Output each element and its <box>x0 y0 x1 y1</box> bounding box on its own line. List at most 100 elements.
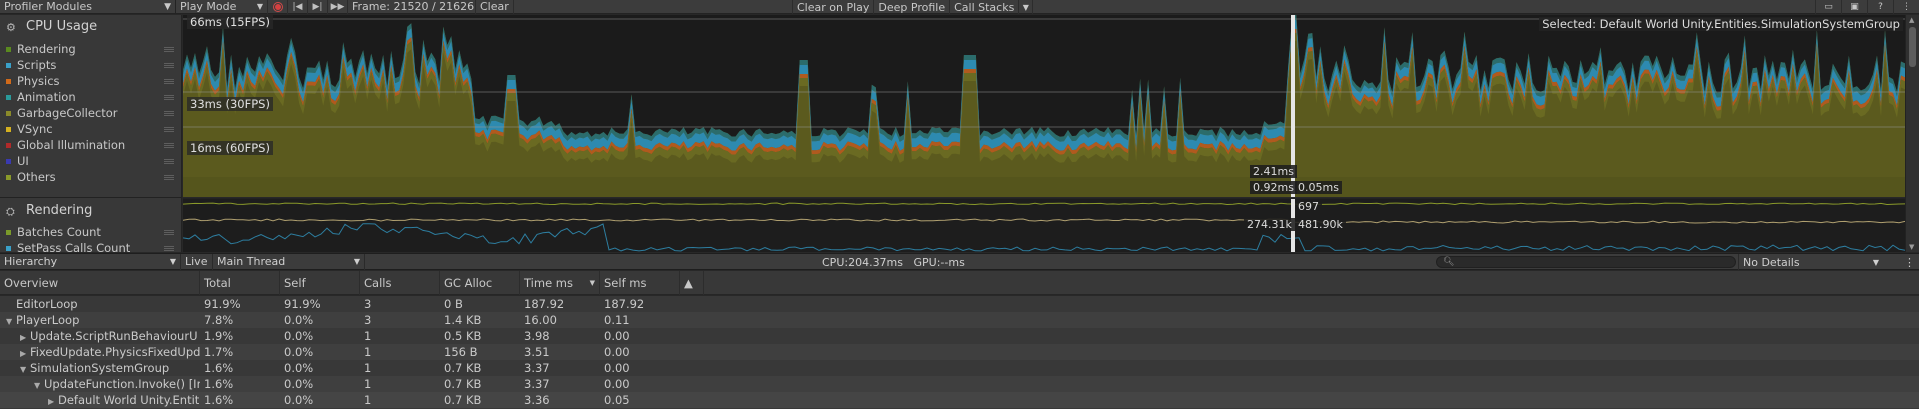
clear-label: Clear <box>480 0 509 13</box>
cpu-legend-item[interactable]: Animation <box>6 89 178 105</box>
drag-handle-icon[interactable] <box>164 245 174 251</box>
toolbar-right-icons: ▭ ▣ ? ⋮ <box>1815 0 1919 14</box>
cpu-legend-item[interactable]: GarbageCollector <box>6 105 178 121</box>
rendering-title: Rendering <box>26 203 93 218</box>
row-total-cell: 1.6% <box>204 393 234 407</box>
rendering-chart[interactable]: 697 274.31k 481.90k <box>183 198 1905 252</box>
row-name-label: FixedUpdate.PhysicsFixedUpd <box>30 345 200 359</box>
row-selfms-cell: 0.11 <box>604 313 630 327</box>
cpu-legend-item[interactable]: Physics <box>6 73 178 89</box>
row-name-label: EditorLoop <box>16 297 78 311</box>
scroll-up-icon[interactable]: ▲ <box>1909 16 1914 24</box>
row-selfms-cell: 0.00 <box>604 377 630 391</box>
column-header-overview[interactable]: Overview <box>0 271 200 295</box>
column-header-gc-alloc[interactable]: GC Alloc <box>440 271 520 295</box>
row-name: ▼ PlayerLoop <box>6 312 200 328</box>
hierarchy-menu-button[interactable]: ⋮ <box>1904 254 1915 270</box>
live-toggle[interactable]: Live <box>181 253 213 270</box>
details-dropdown[interactable]: No Details ▼ <box>1738 254 1883 270</box>
menu-icon[interactable]: ⋮ <box>1893 0 1919 14</box>
column-header-self-ms[interactable]: Self ms <box>600 271 680 295</box>
legend-color-swatch <box>6 174 11 180</box>
call-stacks-dropdown[interactable]: ▼ <box>1019 0 1034 14</box>
expanded-arrow-icon[interactable]: ▼ <box>6 314 16 328</box>
table-row[interactable]: ▶ Update.ScriptRunBehaviourU 1.9% 0.0% 1 0.5 … <box>0 328 1919 344</box>
cpu-usage-chart[interactable]: 66ms (15FPS) 33ms (30FPS) 16ms (60FPS) S… <box>183 15 1905 197</box>
column-header-calls[interactable]: Calls <box>360 271 440 295</box>
clear-on-play-label: Clear on Play <box>797 0 870 14</box>
column-header-label: GC Alloc <box>444 276 493 290</box>
profiler-modules-label: Profiler Modules <box>4 0 92 13</box>
rendering-module-title[interactable]: ⛭ Rendering <box>6 203 92 218</box>
drag-handle-icon[interactable] <box>164 62 174 68</box>
drag-handle-icon[interactable] <box>164 158 174 164</box>
cpu-legend-item[interactable]: Rendering <box>6 41 178 57</box>
fps-line-label-30: 33ms (30FPS) <box>187 97 273 111</box>
clear-on-play-toggle[interactable]: Clear on Play <box>792 0 875 14</box>
row-name-label: UpdateFunction.Invoke() [In <box>44 377 200 391</box>
column-header-total[interactable]: Total <box>200 271 280 295</box>
row-total-cell: 1.9% <box>204 329 234 343</box>
first-frame-button[interactable]: |◀ <box>288 0 308 14</box>
rendering-legend-item[interactable]: Batches Count <box>6 224 178 240</box>
thread-dropdown[interactable]: Main Thread ▼ <box>213 253 365 270</box>
help-icon[interactable]: ? <box>1867 0 1893 14</box>
collapsed-arrow-icon[interactable]: ▶ <box>48 394 58 408</box>
cpu-legend-item[interactable]: Global Illumination <box>6 137 178 153</box>
search-input[interactable]: 🔍︎ <box>1436 256 1736 268</box>
drag-handle-icon[interactable] <box>164 46 174 52</box>
deep-profile-label: Deep Profile <box>878 0 946 14</box>
expanded-arrow-icon[interactable]: ▼ <box>20 362 30 376</box>
row-self-cell: 0.0% <box>284 329 314 343</box>
cpu-legend-item[interactable]: VSync <box>6 121 178 137</box>
row-time-cell: 3.98 <box>524 329 550 343</box>
marker-value-batches: 697 <box>1295 200 1322 213</box>
row-calls-cell: 1 <box>364 361 372 375</box>
expanded-arrow-icon[interactable]: ▼ <box>34 378 44 392</box>
profiler-modules-dropdown[interactable]: Profiler Modules ▼ <box>0 0 176 14</box>
first-frame-icon: |◀ <box>292 1 303 12</box>
drag-handle-icon[interactable] <box>164 142 174 148</box>
load-icon[interactable]: ▭ <box>1815 0 1841 14</box>
row-calls-cell: 1 <box>364 377 372 391</box>
table-row[interactable]: ▶ FixedUpdate.PhysicsFixedUpd 1.7% 0.0% 1 156… <box>0 344 1919 360</box>
drag-handle-icon[interactable] <box>164 126 174 132</box>
next-frame-button[interactable]: ▶| <box>308 0 328 14</box>
table-row[interactable]: EditorLoop 91.9% 91.9% 3 0 B 187.92 187.92 <box>0 296 1919 312</box>
row-gc-cell: 0.7 KB <box>444 393 482 407</box>
cpu-legend-item[interactable]: UI <box>6 153 178 169</box>
modules-scrollbar[interactable]: ▲ ▼ <box>1905 15 1919 252</box>
warning-icon: ▲ <box>684 276 693 290</box>
deep-profile-toggle[interactable]: Deep Profile <box>874 0 951 14</box>
drag-handle-icon[interactable] <box>164 94 174 100</box>
column-header-time-ms[interactable]: Time ms ▼ <box>520 271 600 295</box>
last-frame-button[interactable]: ▶▶ <box>328 0 348 14</box>
table-row[interactable]: ▼ PlayerLoop 7.8% 0.0% 3 1.4 KB 16.00 0.11 <box>0 312 1919 328</box>
search-icon: 🔍︎ <box>1443 257 1455 267</box>
scroll-down-icon[interactable]: ▼ <box>1909 243 1914 251</box>
drag-handle-icon[interactable] <box>164 174 174 180</box>
last-frame-icon: ▶▶ <box>330 1 345 12</box>
legend-label: Global Illumination <box>17 138 126 152</box>
scrollbar-thumb[interactable] <box>1909 27 1916 67</box>
drag-handle-icon[interactable] <box>164 78 174 84</box>
collapsed-arrow-icon[interactable]: ▶ <box>20 330 30 344</box>
table-row[interactable]: ▼ SimulationSystemGroup 1.6% 0.0% 1 0.7 KB 3.3… <box>0 360 1919 376</box>
collapsed-arrow-icon[interactable]: ▶ <box>20 346 30 360</box>
call-stacks-toggle[interactable]: Call Stacks <box>950 0 1020 14</box>
play-mode-dropdown[interactable]: Play Mode ▼ <box>176 0 268 14</box>
table-row[interactable]: ▼ UpdateFunction.Invoke() [In 1.6% 0.0% 1 0.7… <box>0 376 1919 392</box>
table-row[interactable]: ▶ Default World Unity.Entit 1.6% 0.0% 1 0.7 K… <box>0 392 1919 408</box>
cpu-legend-item[interactable]: Scripts <box>6 57 178 73</box>
clear-button[interactable]: Clear <box>476 0 514 14</box>
drag-handle-icon[interactable] <box>164 110 174 116</box>
save-icon[interactable]: ▣ <box>1841 0 1867 14</box>
view-mode-dropdown[interactable]: Hierarchy ▼ <box>0 253 181 270</box>
cpu-usage-module-title[interactable]: ⚙ CPU Usage <box>6 19 97 34</box>
row-calls-cell: 1 <box>364 393 372 407</box>
drag-handle-icon[interactable] <box>164 229 174 235</box>
column-header-warnings[interactable]: ▲ <box>680 271 704 295</box>
record-button[interactable] <box>268 0 288 14</box>
cpu-legend-item[interactable]: Others <box>6 169 178 185</box>
column-header-self[interactable]: Self <box>280 271 360 295</box>
